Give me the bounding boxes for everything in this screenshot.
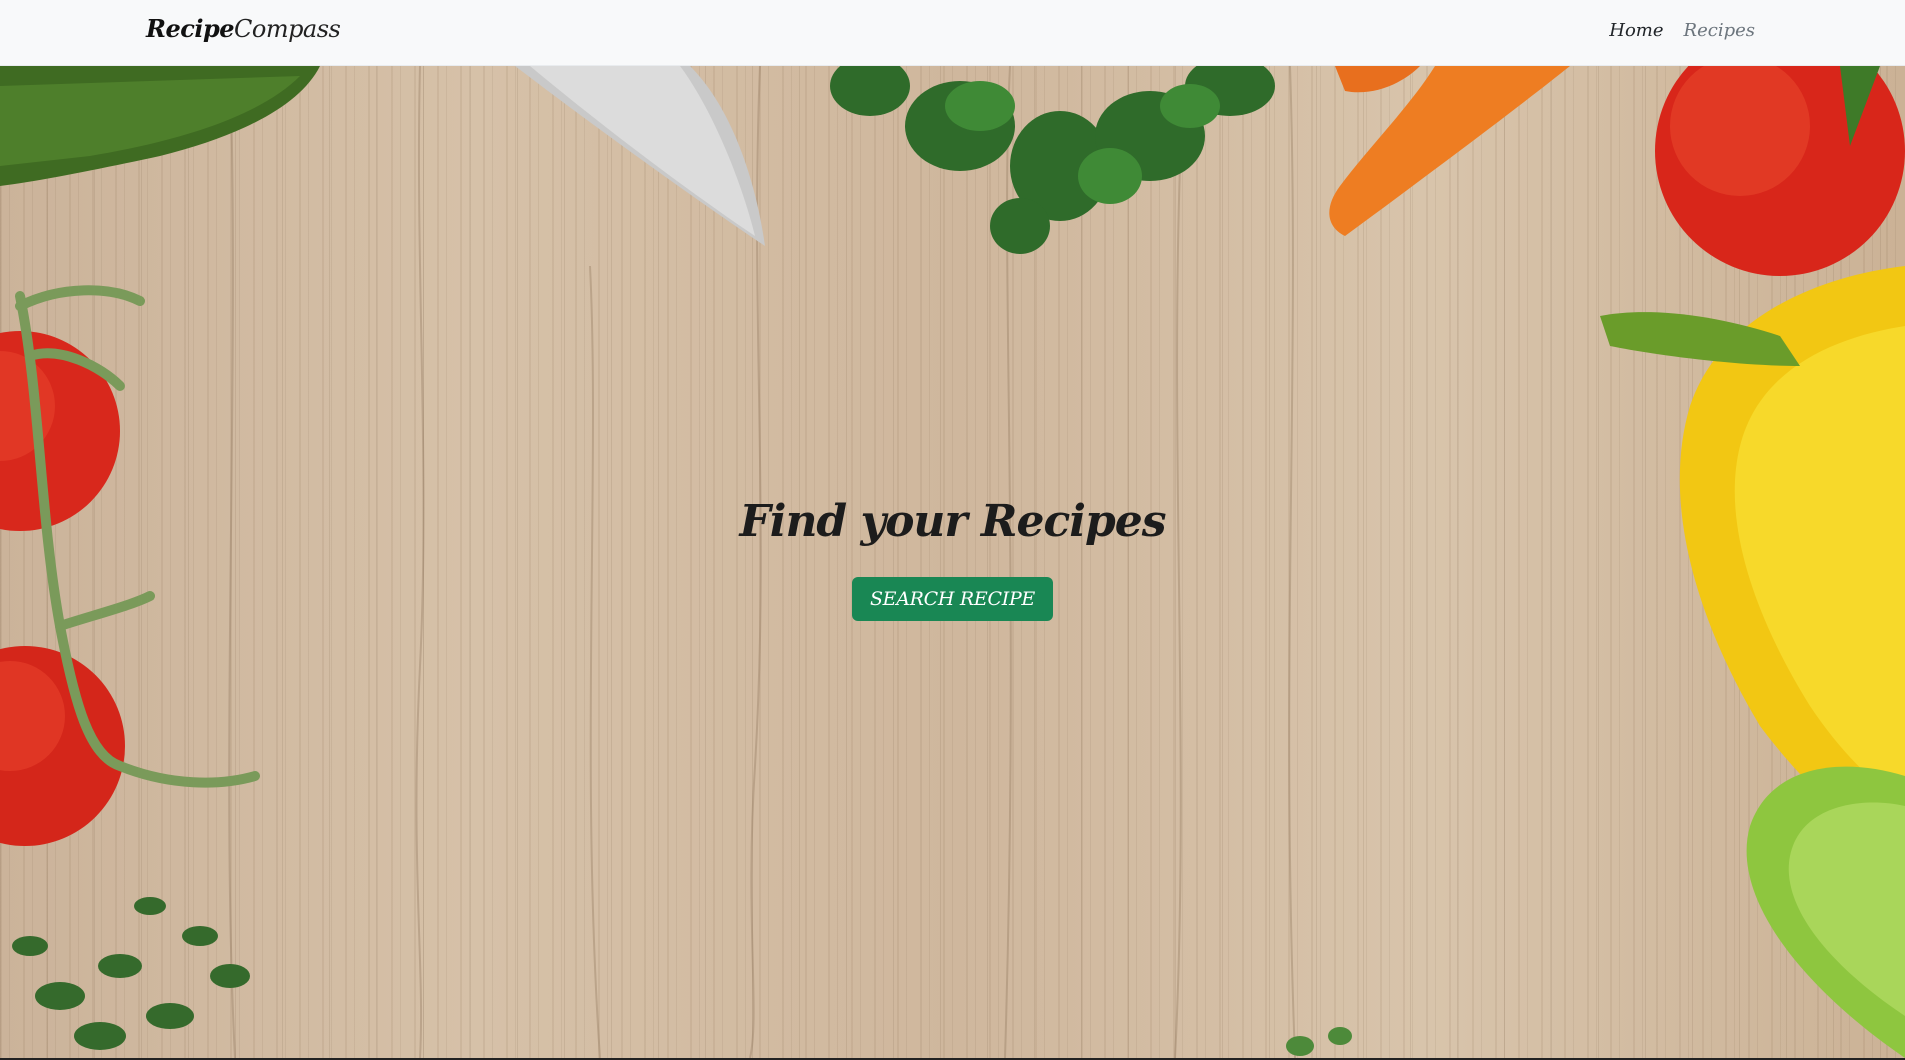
- brand-bold-text: Recipe: [146, 14, 235, 43]
- carrot-shape: [1335, 66, 1420, 93]
- brand-logo[interactable]: RecipeCompass: [146, 14, 341, 43]
- nav-links: Home Recipes: [1609, 20, 1755, 41]
- thyme-shape: [12, 897, 250, 1050]
- hero-title: Find your Recipes: [739, 496, 1166, 547]
- search-recipe-button[interactable]: SEARCH RECIPE: [851, 577, 1054, 621]
- brand-light-text: Compass: [234, 15, 341, 43]
- hero-content: Find your Recipes SEARCH RECIPE: [0, 496, 1905, 621]
- nav-link-recipes[interactable]: Recipes: [1684, 20, 1755, 41]
- top-navbar: RecipeCompass Home Recipes: [0, 0, 1905, 66]
- hero-section: Find your Recipes SEARCH RECIPE: [0, 66, 1905, 1058]
- nav-link-home[interactable]: Home: [1609, 20, 1663, 41]
